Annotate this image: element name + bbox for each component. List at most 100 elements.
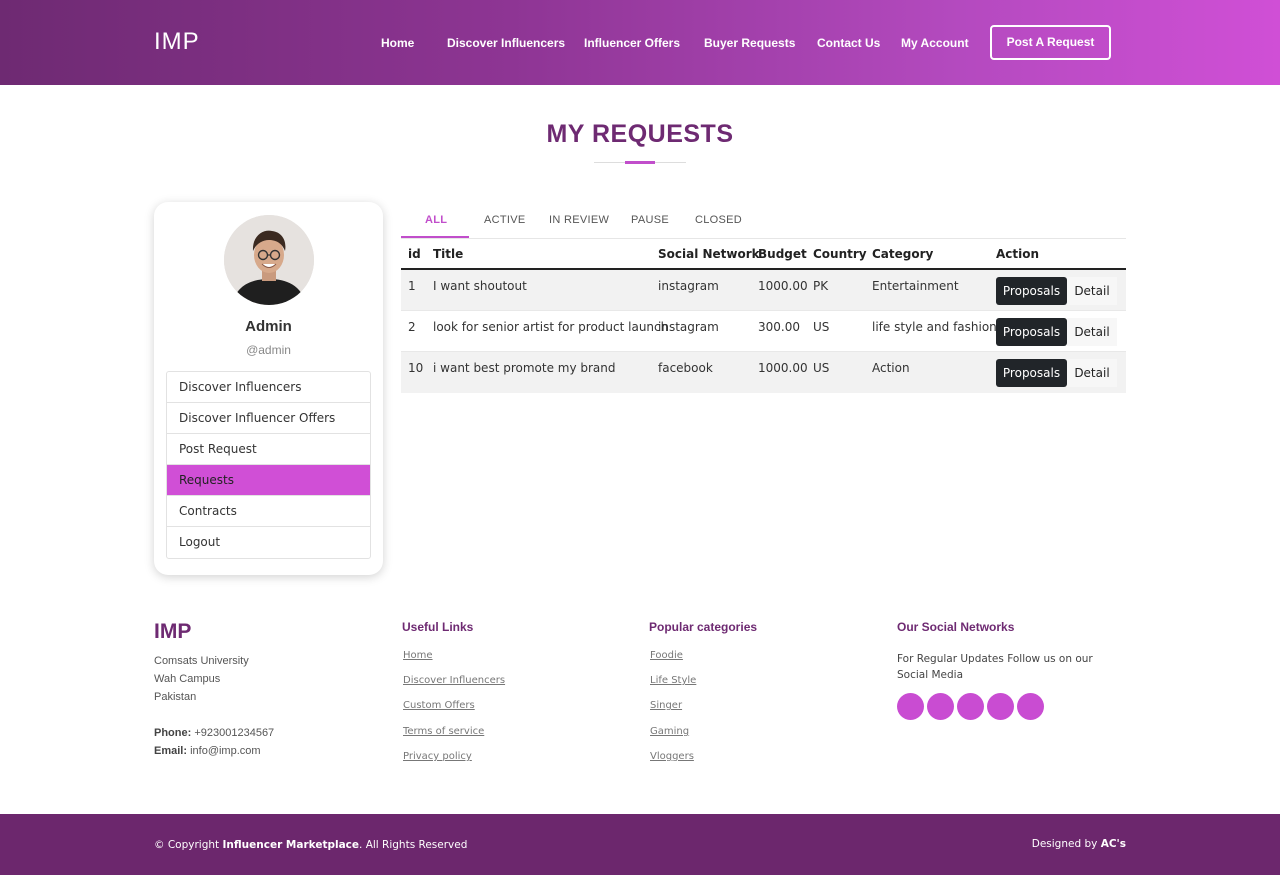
footer-category-foodie[interactable]: Foodie — [650, 650, 683, 661]
cell-category: Entertainment — [872, 279, 959, 293]
cell-country: US — [813, 361, 830, 375]
footer-link-terms[interactable]: Terms of service — [403, 726, 484, 737]
menu-item-logout[interactable]: Logout — [167, 527, 370, 558]
proposals-button[interactable]: Proposals — [996, 318, 1067, 346]
tab-pause[interactable]: PAUSE — [631, 214, 669, 226]
proposals-button[interactable]: Proposals — [996, 359, 1067, 387]
cell-id: 1 — [408, 279, 416, 293]
copyright-suffix: . All Rights Reserved — [359, 839, 468, 851]
twitter-icon[interactable] — [897, 693, 924, 720]
footer-phone: Phone: +923001234567 — [154, 727, 274, 739]
col-action: Action — [996, 247, 1040, 261]
cell-network: instagram — [658, 320, 719, 334]
menu-item-requests[interactable]: Requests — [167, 465, 370, 496]
detail-button[interactable]: Detail — [1067, 277, 1117, 305]
post-request-button[interactable]: Post A Request — [990, 25, 1111, 60]
proposals-button[interactable]: Proposals — [996, 277, 1067, 305]
menu-item-contracts[interactable]: Contracts — [167, 496, 370, 527]
profile-menu: Discover Influencers Discover Influencer… — [166, 371, 371, 559]
skype-icon[interactable] — [987, 693, 1014, 720]
tab-in-review[interactable]: IN REVIEW — [549, 214, 609, 226]
profile-name: Admin — [245, 318, 292, 335]
nav-home[interactable]: Home — [381, 36, 414, 50]
nav-my-account[interactable]: My Account — [901, 36, 969, 50]
site-logo[interactable]: IMP — [154, 28, 200, 56]
nav-contact-us[interactable]: Contact Us — [817, 36, 880, 50]
cell-id: 2 — [408, 320, 416, 334]
col-category: Category — [872, 247, 934, 261]
footer-link-privacy[interactable]: Privacy policy — [403, 751, 472, 762]
footer-link-custom-offers[interactable]: Custom Offers — [403, 700, 475, 711]
designer-name[interactable]: AC's — [1101, 838, 1126, 850]
footer-category-life-style[interactable]: Life Style — [650, 675, 696, 686]
footer-category-singer[interactable]: Singer — [650, 700, 682, 711]
menu-item-discover-influencer-offers[interactable]: Discover Influencer Offers — [167, 403, 370, 434]
cell-budget: 300.00 — [758, 320, 800, 334]
table-row: 1 I want shoutout instagram 1000.00 PK E… — [401, 270, 1126, 311]
footer-bottom-bar: © Copyright Influencer Marketplace. All … — [0, 814, 1280, 875]
designed-by: Designed by AC's — [1032, 838, 1126, 850]
instagram-icon[interactable] — [957, 693, 984, 720]
footer-social-title: Our Social Networks — [897, 620, 1015, 634]
footer-phone-value: +923001234567 — [194, 727, 275, 739]
footer-useful-links-title: Useful Links — [402, 620, 474, 634]
cell-country: PK — [813, 279, 829, 293]
page-title: MY REQUESTS — [546, 120, 734, 148]
col-budget: Budget — [758, 247, 807, 261]
col-country: Country — [813, 247, 867, 261]
copyright-prefix: © Copyright — [154, 839, 220, 851]
footer-link-discover-influencers[interactable]: Discover Influencers — [403, 675, 505, 686]
detail-button[interactable]: Detail — [1067, 318, 1117, 346]
profile-handle: @admin — [246, 343, 291, 357]
request-tabs: ALL ACTIVE IN REVIEW PAUSE CLOSED — [401, 202, 1126, 239]
footer-category-gaming[interactable]: Gaming — [650, 726, 689, 737]
footer-social-text: For Regular Updates Follow us on our Soc… — [897, 653, 1093, 681]
facebook-icon[interactable] — [927, 693, 954, 720]
col-title: Title — [433, 247, 464, 261]
menu-item-post-request[interactable]: Post Request — [167, 434, 370, 465]
cell-id: 10 — [408, 361, 424, 375]
requests-table: id Title Social Network Budget Country C… — [401, 239, 1126, 393]
designed-prefix: Designed by — [1031, 838, 1098, 850]
cell-network: facebook — [658, 361, 713, 375]
tab-closed[interactable]: CLOSED — [695, 214, 742, 226]
cell-title: I want shoutout — [433, 279, 527, 293]
footer-email-label: Email: — [154, 745, 188, 757]
tab-active[interactable]: ACTIVE — [484, 214, 526, 226]
tab-all[interactable]: ALL — [425, 214, 447, 226]
footer-link-home[interactable]: Home — [403, 650, 433, 661]
footer-logo: IMP — [154, 620, 192, 643]
cell-budget: 1000.00 — [758, 361, 808, 375]
copyright: © Copyright Influencer Marketplace. All … — [154, 839, 467, 851]
table-header: id Title Social Network Budget Country C… — [401, 239, 1126, 270]
footer-category-vloggers[interactable]: Vloggers — [650, 751, 694, 762]
footer-address-line: Wah Campus — [154, 673, 221, 685]
detail-button[interactable]: Detail — [1067, 359, 1117, 387]
profile-card: Admin @admin Discover Influencers Discov… — [154, 202, 383, 575]
col-id: id — [408, 247, 421, 261]
nav-influencer-offers[interactable]: Influencer Offers — [584, 36, 680, 50]
cell-network: instagram — [658, 279, 719, 293]
footer-categories-title: Popular categories — [649, 620, 758, 634]
footer-email-value: info@imp.com — [190, 745, 261, 757]
footer-email: Email: info@imp.com — [154, 745, 261, 757]
copyright-brand: Influencer Marketplace — [222, 839, 360, 851]
title-accent — [625, 161, 655, 164]
menu-item-discover-influencers[interactable]: Discover Influencers — [167, 372, 370, 403]
cell-title: i want best promote my brand — [433, 361, 616, 375]
cell-title: look for senior artist for product launc… — [433, 320, 669, 334]
cell-budget: 1000.00 — [758, 279, 808, 293]
cell-category: Action — [872, 361, 910, 375]
header: IMP Home Discover Influencers Influencer… — [0, 0, 1280, 85]
col-social-network: Social Network — [658, 247, 760, 261]
table-row: 2 look for senior artist for product lau… — [401, 311, 1126, 352]
nav-buyer-requests[interactable]: Buyer Requests — [704, 36, 795, 50]
cell-country: US — [813, 320, 830, 334]
cell-category: life style and fashion — [872, 320, 997, 334]
active-tab-indicator — [401, 236, 469, 238]
footer-address-line: Pakistan — [154, 691, 197, 703]
avatar — [224, 215, 314, 305]
nav-discover-influencers[interactable]: Discover Influencers — [447, 36, 565, 50]
footer-phone-label: Phone: — [154, 727, 192, 739]
linkedin-icon[interactable] — [1017, 693, 1044, 720]
